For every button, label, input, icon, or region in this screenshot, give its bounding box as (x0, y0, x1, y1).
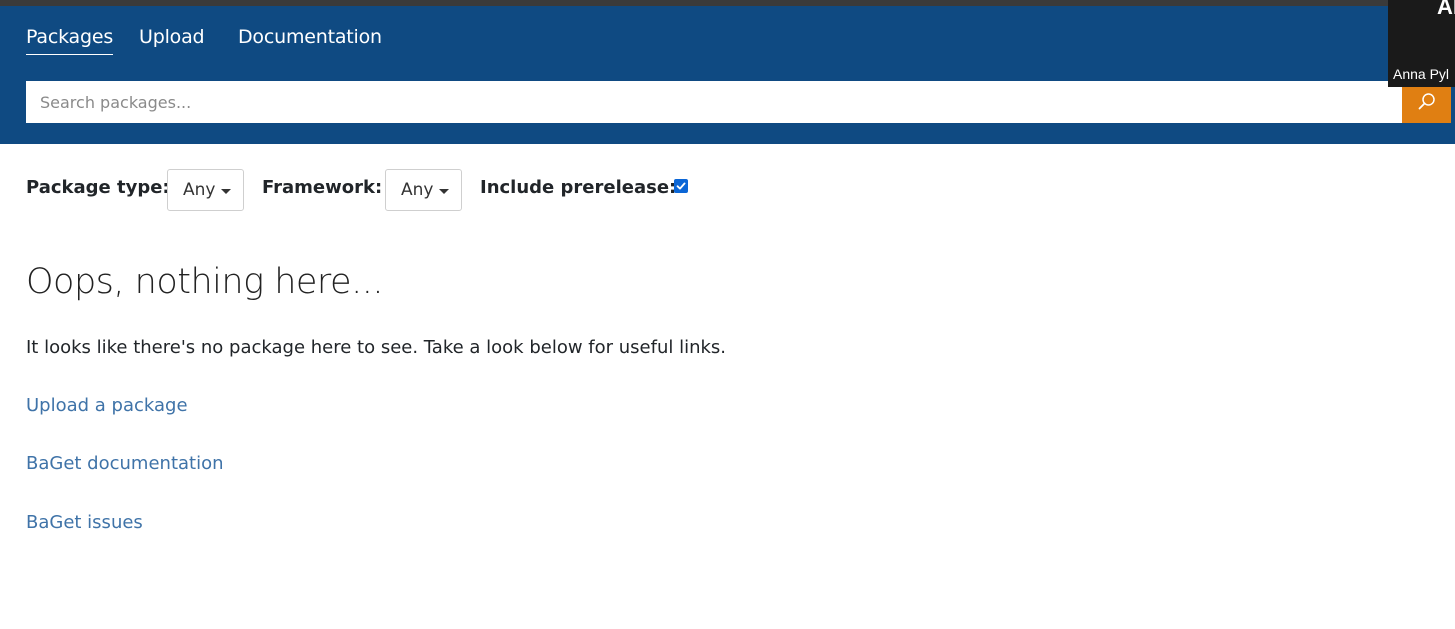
upload-package-link[interactable]: Upload a package (26, 395, 188, 416)
nav-documentation[interactable]: Documentation (238, 26, 382, 48)
user-name: Anna Pyl (1393, 66, 1450, 82)
search-button[interactable] (1402, 81, 1451, 123)
framework-value: Any (401, 180, 434, 200)
baget-issues-link[interactable]: BaGet issues (26, 512, 143, 533)
user-initials: Al (1437, 0, 1455, 19)
caret-down-icon (439, 188, 450, 194)
package-type-value: Any (183, 180, 216, 200)
search-bar (26, 81, 1451, 123)
empty-state-message: It looks like there's no package here to… (26, 337, 727, 358)
empty-state-heading: Oops, nothing here... (26, 262, 383, 302)
checkmark-icon (676, 182, 686, 190)
caret-down-icon (221, 188, 232, 194)
search-icon (1418, 93, 1435, 110)
top-navbar: Packages Upload Documentation (0, 6, 1455, 144)
package-type-label: Package type: (26, 177, 170, 198)
user-profile-overlay[interactable]: Al Anna Pyl (1388, 0, 1455, 87)
nav-packages[interactable]: Packages (26, 26, 113, 55)
filter-bar: Package type: Any Framework: Any Include… (26, 169, 826, 211)
nav-upload[interactable]: Upload (139, 26, 205, 48)
package-type-dropdown[interactable]: Any (167, 169, 244, 211)
baget-documentation-link[interactable]: BaGet documentation (26, 453, 224, 474)
include-prerelease-label: Include prerelease: (480, 177, 677, 198)
framework-label: Framework: (262, 177, 383, 198)
include-prerelease-checkbox[interactable] (674, 179, 688, 193)
framework-dropdown[interactable]: Any (385, 169, 462, 211)
search-input[interactable] (26, 81, 1402, 123)
